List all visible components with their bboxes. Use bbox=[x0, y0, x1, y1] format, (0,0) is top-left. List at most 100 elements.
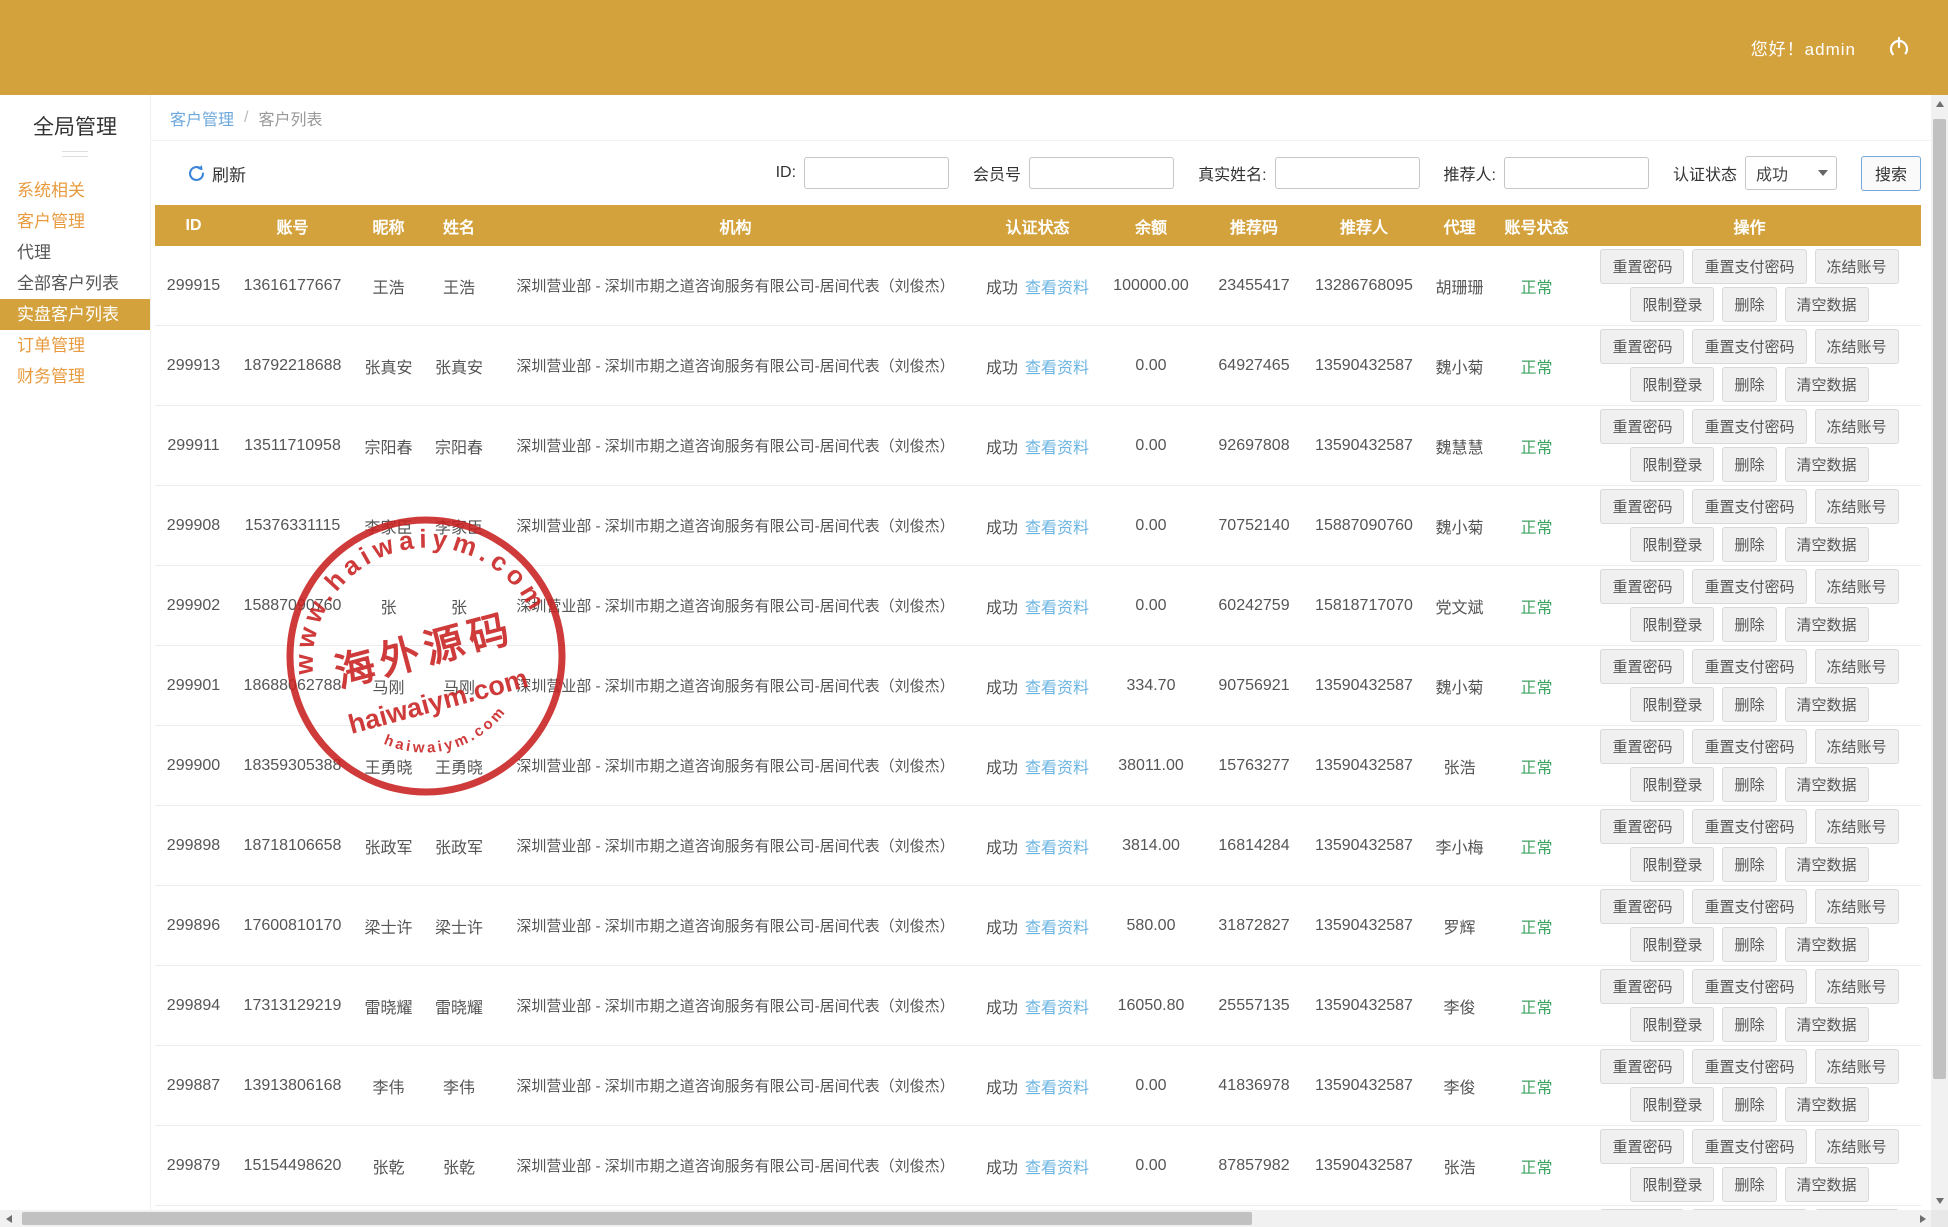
action-button-删除[interactable]: 删除 bbox=[1722, 367, 1776, 402]
filter-input-0[interactable] bbox=[804, 157, 949, 189]
action-button-删除[interactable]: 删除 bbox=[1722, 847, 1776, 882]
refresh-button[interactable]: 刷新 bbox=[187, 161, 246, 186]
action-button-限制登录[interactable]: 限制登录 bbox=[1630, 847, 1714, 882]
action-button-重置密码[interactable]: 重置密码 bbox=[1600, 809, 1684, 844]
action-button-清空数据[interactable]: 清空数据 bbox=[1785, 1007, 1869, 1042]
action-button-重置密码[interactable]: 重置密码 bbox=[1600, 1049, 1684, 1084]
view-profile-link[interactable]: 查看资料 bbox=[1025, 1160, 1089, 1177]
filter-input-1[interactable] bbox=[1029, 157, 1174, 189]
action-button-重置支付密码[interactable]: 重置支付密码 bbox=[1692, 409, 1806, 444]
action-button-限制登录[interactable]: 限制登录 bbox=[1630, 447, 1714, 482]
scroll-up-arrow[interactable] bbox=[1931, 95, 1948, 113]
action-button-清空数据[interactable]: 清空数据 bbox=[1785, 1087, 1869, 1122]
action-button-冻结账号[interactable]: 冻结账号 bbox=[1815, 889, 1899, 924]
action-button-冻结账号[interactable]: 冻结账号 bbox=[1815, 969, 1899, 1004]
action-button-冻结账号[interactable]: 冻结账号 bbox=[1815, 649, 1899, 684]
action-button-冻结账号[interactable]: 冻结账号 bbox=[1815, 409, 1899, 444]
action-button-重置支付密码[interactable]: 重置支付密码 bbox=[1692, 1129, 1806, 1164]
action-button-冻结账号[interactable]: 冻结账号 bbox=[1815, 329, 1899, 364]
view-profile-link[interactable]: 查看资料 bbox=[1025, 760, 1089, 777]
view-profile-link[interactable]: 查看资料 bbox=[1025, 600, 1089, 617]
sidebar-item-订单管理[interactable]: 订单管理 bbox=[0, 330, 150, 361]
sidebar-item-系统相关[interactable]: 系统相关 bbox=[0, 175, 150, 206]
action-button-删除[interactable]: 删除 bbox=[1722, 607, 1776, 642]
vertical-scrollbar[interactable] bbox=[1931, 95, 1948, 1210]
action-button-重置支付密码[interactable]: 重置支付密码 bbox=[1692, 1049, 1806, 1084]
action-button-限制登录[interactable]: 限制登录 bbox=[1630, 607, 1714, 642]
action-button-清空数据[interactable]: 清空数据 bbox=[1785, 367, 1869, 402]
logout-button[interactable] bbox=[1884, 33, 1914, 63]
action-button-重置密码[interactable]: 重置密码 bbox=[1600, 409, 1684, 444]
view-profile-link[interactable]: 查看资料 bbox=[1025, 440, 1089, 457]
action-button-重置支付密码[interactable]: 重置支付密码 bbox=[1692, 249, 1806, 284]
action-button-清空数据[interactable]: 清空数据 bbox=[1785, 527, 1869, 562]
action-button-清空数据[interactable]: 清空数据 bbox=[1785, 447, 1869, 482]
view-profile-link[interactable]: 查看资料 bbox=[1025, 1000, 1089, 1017]
action-button-删除[interactable]: 删除 bbox=[1722, 687, 1776, 722]
sidebar-item-客户管理[interactable]: 客户管理 bbox=[0, 206, 150, 237]
scroll-right-arrow[interactable] bbox=[1914, 1210, 1931, 1227]
action-button-重置密码[interactable]: 重置密码 bbox=[1600, 729, 1684, 764]
action-button-清空数据[interactable]: 清空数据 bbox=[1785, 927, 1869, 962]
action-button-限制登录[interactable]: 限制登录 bbox=[1630, 1167, 1714, 1202]
action-button-重置密码[interactable]: 重置密码 bbox=[1600, 249, 1684, 284]
action-button-限制登录[interactable]: 限制登录 bbox=[1630, 367, 1714, 402]
view-profile-link[interactable]: 查看资料 bbox=[1025, 680, 1089, 697]
view-profile-link[interactable]: 查看资料 bbox=[1025, 840, 1089, 857]
action-button-重置支付密码[interactable]: 重置支付密码 bbox=[1692, 329, 1806, 364]
breadcrumb-parent-link[interactable]: 客户管理 bbox=[170, 106, 234, 130]
filter-input-3[interactable] bbox=[1504, 157, 1649, 189]
action-button-重置密码[interactable]: 重置密码 bbox=[1600, 569, 1684, 604]
horizontal-scrollbar[interactable] bbox=[0, 1210, 1931, 1227]
action-button-清空数据[interactable]: 清空数据 bbox=[1785, 687, 1869, 722]
view-profile-link[interactable]: 查看资料 bbox=[1025, 1080, 1089, 1097]
action-button-冻结账号[interactable]: 冻结账号 bbox=[1815, 249, 1899, 284]
auth-status-select[interactable]: 成功 bbox=[1745, 156, 1837, 190]
view-profile-link[interactable]: 查看资料 bbox=[1025, 280, 1089, 297]
view-profile-link[interactable]: 查看资料 bbox=[1025, 920, 1089, 937]
action-button-删除[interactable]: 删除 bbox=[1722, 287, 1776, 322]
action-button-重置支付密码[interactable]: 重置支付密码 bbox=[1692, 889, 1806, 924]
scroll-left-arrow[interactable] bbox=[0, 1210, 17, 1227]
sidebar-item-实盘客户列表[interactable]: 实盘客户列表 bbox=[0, 299, 150, 330]
action-button-限制登录[interactable]: 限制登录 bbox=[1630, 767, 1714, 802]
action-button-重置支付密码[interactable]: 重置支付密码 bbox=[1692, 809, 1806, 844]
action-button-删除[interactable]: 删除 bbox=[1722, 527, 1776, 562]
action-button-限制登录[interactable]: 限制登录 bbox=[1630, 1007, 1714, 1042]
sidebar-item-全部客户列表[interactable]: 全部客户列表 bbox=[0, 268, 150, 299]
action-button-删除[interactable]: 删除 bbox=[1722, 767, 1776, 802]
scroll-down-arrow[interactable] bbox=[1931, 1192, 1948, 1210]
action-button-清空数据[interactable]: 清空数据 bbox=[1785, 767, 1869, 802]
action-button-删除[interactable]: 删除 bbox=[1722, 927, 1776, 962]
action-button-重置密码[interactable]: 重置密码 bbox=[1600, 489, 1684, 524]
action-button-冻结账号[interactable]: 冻结账号 bbox=[1815, 809, 1899, 844]
action-button-重置支付密码[interactable]: 重置支付密码 bbox=[1692, 969, 1806, 1004]
action-button-重置支付密码[interactable]: 重置支付密码 bbox=[1692, 489, 1806, 524]
vertical-scrollbar-thumb[interactable] bbox=[1933, 119, 1946, 1079]
filter-input-2[interactable] bbox=[1275, 157, 1420, 189]
action-button-删除[interactable]: 删除 bbox=[1722, 1087, 1776, 1122]
view-profile-link[interactable]: 查看资料 bbox=[1025, 520, 1089, 537]
action-button-清空数据[interactable]: 清空数据 bbox=[1785, 847, 1869, 882]
action-button-限制登录[interactable]: 限制登录 bbox=[1630, 1087, 1714, 1122]
action-button-清空数据[interactable]: 清空数据 bbox=[1785, 287, 1869, 322]
action-button-冻结账号[interactable]: 冻结账号 bbox=[1815, 1129, 1899, 1164]
action-button-重置支付密码[interactable]: 重置支付密码 bbox=[1692, 569, 1806, 604]
action-button-限制登录[interactable]: 限制登录 bbox=[1630, 287, 1714, 322]
view-profile-link[interactable]: 查看资料 bbox=[1025, 360, 1089, 377]
action-button-删除[interactable]: 删除 bbox=[1722, 1007, 1776, 1042]
action-button-清空数据[interactable]: 清空数据 bbox=[1785, 607, 1869, 642]
action-button-冻结账号[interactable]: 冻结账号 bbox=[1815, 1049, 1899, 1084]
action-button-重置密码[interactable]: 重置密码 bbox=[1600, 649, 1684, 684]
action-button-冻结账号[interactable]: 冻结账号 bbox=[1815, 489, 1899, 524]
action-button-重置密码[interactable]: 重置密码 bbox=[1600, 1129, 1684, 1164]
action-button-限制登录[interactable]: 限制登录 bbox=[1630, 527, 1714, 562]
action-button-限制登录[interactable]: 限制登录 bbox=[1630, 687, 1714, 722]
search-button[interactable]: 搜索 bbox=[1861, 156, 1921, 191]
horizontal-scrollbar-thumb[interactable] bbox=[22, 1212, 1252, 1225]
action-button-清空数据[interactable]: 清空数据 bbox=[1785, 1167, 1869, 1202]
action-button-重置密码[interactable]: 重置密码 bbox=[1600, 329, 1684, 364]
action-button-删除[interactable]: 删除 bbox=[1722, 1167, 1776, 1202]
action-button-冻结账号[interactable]: 冻结账号 bbox=[1815, 569, 1899, 604]
sidebar-item-财务管理[interactable]: 财务管理 bbox=[0, 361, 150, 392]
